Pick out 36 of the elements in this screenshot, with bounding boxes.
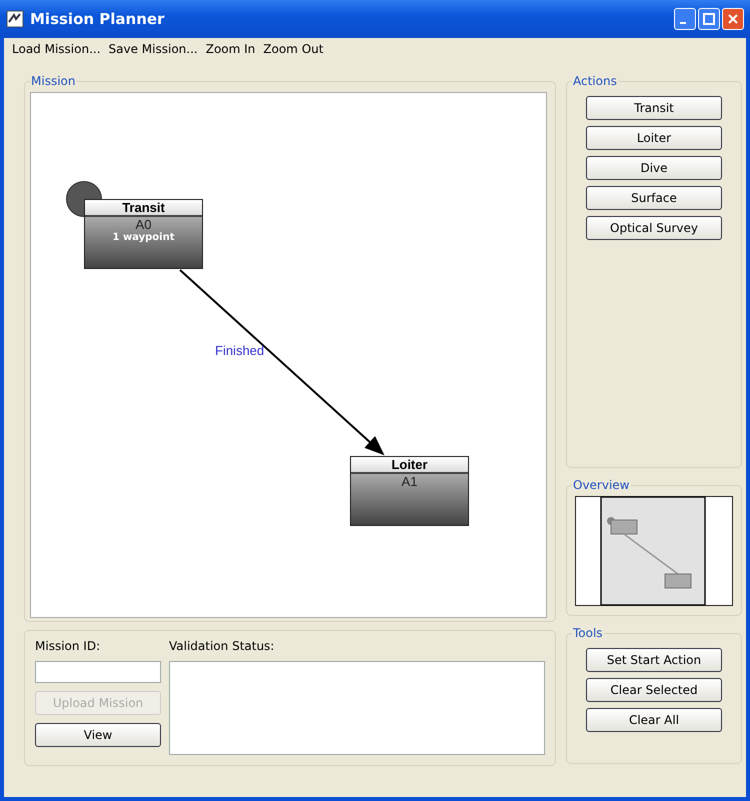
- tool-button[interactable]: Clear Selected: [586, 678, 722, 702]
- mission-id-field[interactable]: [35, 661, 161, 683]
- app-icon: [6, 10, 24, 28]
- menu-item[interactable]: Zoom Out: [263, 42, 324, 58]
- node-id: A0: [136, 217, 152, 232]
- transition-label: Finished: [215, 343, 264, 358]
- minimize-button[interactable]: [674, 8, 696, 30]
- node-id: A1: [402, 474, 418, 489]
- action-node[interactable]: Loiter A1: [350, 456, 469, 526]
- view-button[interactable]: View: [35, 723, 161, 747]
- menu-item[interactable]: Load Mission...: [12, 42, 101, 58]
- close-button[interactable]: [722, 8, 744, 30]
- panel-title: Actions: [572, 74, 618, 88]
- action-node[interactable]: Transit A0 1 waypoint: [84, 199, 203, 269]
- panel-title: Mission: [30, 74, 76, 88]
- close-icon: [727, 13, 739, 25]
- maximize-icon: [703, 13, 715, 25]
- panel-title: Overview: [572, 478, 630, 492]
- menu-item[interactable]: Zoom In: [206, 42, 256, 58]
- tool-button[interactable]: Clear All: [586, 708, 722, 732]
- window-title: Mission Planner: [30, 10, 164, 28]
- maximize-button[interactable]: [698, 8, 720, 30]
- action-button[interactable]: Loiter: [586, 126, 722, 150]
- node-title: Loiter: [351, 457, 468, 474]
- field-label: Validation Status:: [169, 639, 276, 653]
- node-detail: 1 waypoint: [112, 232, 174, 243]
- menu-item[interactable]: Save Mission...: [108, 42, 198, 58]
- field-label: Mission ID:: [35, 639, 102, 653]
- action-button[interactable]: Optical Survey: [586, 216, 722, 240]
- action-button[interactable]: Dive: [586, 156, 722, 180]
- action-button[interactable]: Transit: [586, 96, 722, 120]
- node-title: Transit: [85, 200, 202, 217]
- minimize-icon: [680, 22, 686, 24]
- action-button[interactable]: Surface: [586, 186, 722, 210]
- tool-button[interactable]: Set Start Action: [586, 648, 722, 672]
- panel-title: Tools: [572, 626, 604, 640]
